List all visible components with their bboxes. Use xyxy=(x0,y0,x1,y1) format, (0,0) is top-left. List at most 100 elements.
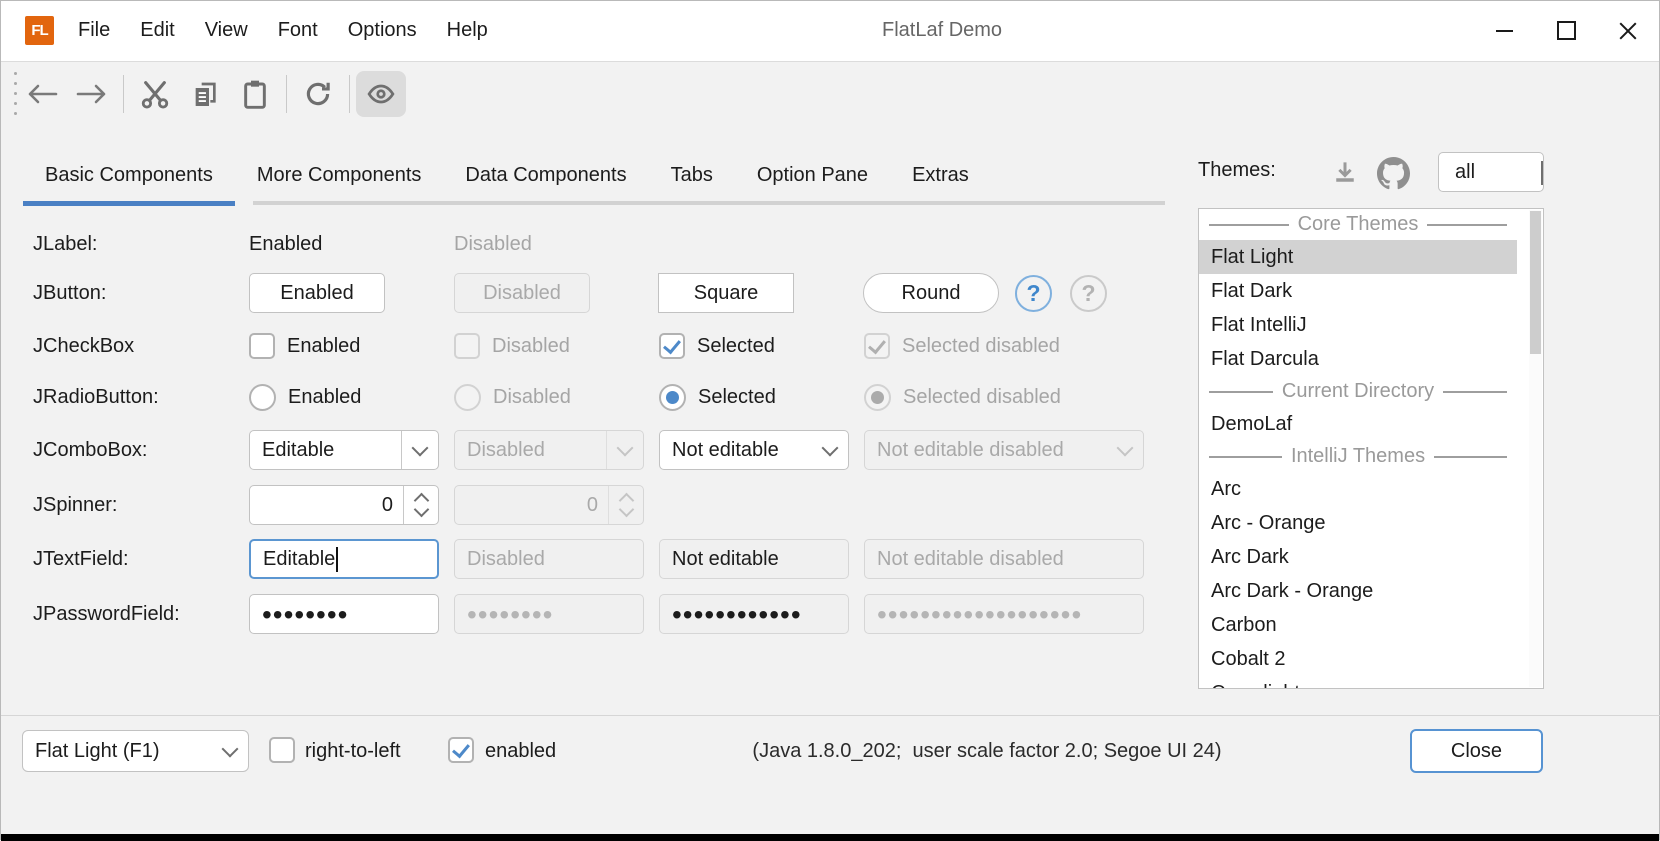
download-icon xyxy=(1330,158,1360,188)
theme-item-arc-dark-orange[interactable]: Arc Dark - Orange xyxy=(1199,574,1517,608)
jcombobox-row-label: JComboBox: xyxy=(33,439,148,462)
chevron-down-icon[interactable] xyxy=(212,731,248,771)
theme-group-separator: IntelliJ Themes xyxy=(1199,441,1517,472)
theme-item-flat-intellij[interactable]: Flat IntelliJ xyxy=(1199,308,1517,342)
theme-item-flat-light[interactable]: Flat Light xyxy=(1199,240,1517,274)
spinner-enabled[interactable]: 0 xyxy=(249,485,439,525)
textfield-not-editable[interactable]: Not editable xyxy=(659,539,849,579)
minimize-button[interactable] xyxy=(1473,1,1535,60)
menu-file[interactable]: File xyxy=(63,19,125,42)
close-button[interactable]: Close xyxy=(1410,729,1543,773)
checkbox-selected[interactable]: Selected xyxy=(659,322,775,370)
tab-extras[interactable]: Extras xyxy=(890,149,991,206)
back-arrow-icon xyxy=(23,81,61,107)
checkbox-icon xyxy=(249,333,275,359)
download-theme-button[interactable] xyxy=(1327,156,1363,190)
theme-item-arc-orange[interactable]: Arc - Orange xyxy=(1199,506,1517,540)
theme-item-arc-dark[interactable]: Arc Dark xyxy=(1199,540,1517,574)
enabled-label[interactable]: enabled xyxy=(485,730,556,772)
round-button[interactable]: Round xyxy=(863,273,999,313)
app-logo: FL xyxy=(25,16,54,45)
theme-item-carbon[interactable]: Carbon xyxy=(1199,608,1517,642)
spinner-value[interactable]: 0 xyxy=(250,494,403,517)
passwordfield-enabled[interactable]: •••••••• xyxy=(249,594,439,634)
jspinner-row: JSpinner: 0 0 xyxy=(1,481,1181,529)
tab-data-components[interactable]: Data Components xyxy=(443,149,648,206)
chevron-down-icon xyxy=(618,502,634,518)
back-button[interactable] xyxy=(17,71,67,117)
checkbox-enabled[interactable]: Enabled xyxy=(249,322,360,370)
close-icon xyxy=(1618,21,1638,41)
jbutton-row: JButton: Enabled Disabled Square Round ?… xyxy=(1,269,1181,317)
eye-icon xyxy=(364,79,398,109)
paste-icon xyxy=(239,78,271,110)
github-link-button[interactable] xyxy=(1375,156,1411,190)
combobox-editable[interactable]: Editable xyxy=(249,430,439,470)
tab-bar: Basic Components More Components Data Co… xyxy=(23,149,991,206)
enabled-checkbox[interactable] xyxy=(448,737,474,763)
tab-basic-components[interactable]: Basic Components xyxy=(23,149,235,206)
close-window-button[interactable] xyxy=(1597,1,1659,60)
tab-more-components[interactable]: More Components xyxy=(235,149,444,206)
textfield-editable[interactable]: Editable xyxy=(249,539,439,579)
tab-baseline xyxy=(253,201,1165,205)
checkmark-icon xyxy=(452,739,470,758)
menu-options[interactable]: Options xyxy=(333,19,432,42)
jtextfield-row-label: JTextField: xyxy=(33,548,129,571)
theme-item-flat-dark[interactable]: Flat Dark xyxy=(1199,274,1517,308)
copy-button[interactable] xyxy=(180,71,230,117)
show-hover-effects-toggle[interactable] xyxy=(356,71,406,117)
maximize-button[interactable] xyxy=(1535,1,1597,60)
themes-scrollbar[interactable] xyxy=(1529,210,1542,687)
statusbar-separator xyxy=(1,715,1660,716)
theme-item-flat-darcula[interactable]: Flat Darcula xyxy=(1199,342,1517,376)
textfield-not-editable-disabled: Not editable disabled xyxy=(864,539,1144,579)
theme-item-arc[interactable]: Arc xyxy=(1199,472,1517,506)
combobox-not-editable[interactable]: Not editable xyxy=(659,430,849,470)
help-button[interactable]: ? xyxy=(1015,275,1052,312)
theme-item-demolaf[interactable]: DemoLaf xyxy=(1199,407,1517,441)
radio-enabled[interactable]: Enabled xyxy=(249,373,361,421)
spinner-disabled: 0 xyxy=(454,485,644,525)
laf-combobox[interactable]: Flat Light (F1) xyxy=(22,730,249,772)
chevron-down-icon[interactable] xyxy=(812,431,848,469)
forward-button[interactable] xyxy=(67,71,117,117)
themes-filter-combobox[interactable]: all xyxy=(1438,152,1544,192)
tab-option-pane[interactable]: Option Pane xyxy=(735,149,890,206)
spinner-arrows xyxy=(608,486,643,524)
theme-item-cyan-light[interactable]: Cyan light xyxy=(1199,676,1517,689)
enabled-button[interactable]: Enabled xyxy=(249,273,385,313)
right-to-left-label[interactable]: right-to-left xyxy=(305,730,401,772)
menu-edit[interactable]: Edit xyxy=(125,19,189,42)
menu-font[interactable]: Font xyxy=(263,19,333,42)
help-button-disabled: ? xyxy=(1070,275,1107,312)
chevron-down-icon[interactable] xyxy=(401,431,438,469)
cut-icon xyxy=(138,77,172,111)
jlabel-row: JLabel: Enabled Disabled xyxy=(1,220,1181,268)
themes-list: Core Themes Flat Light Flat Dark Flat In… xyxy=(1198,208,1544,689)
checkbox-checked-icon xyxy=(864,333,890,359)
paste-button[interactable] xyxy=(230,71,280,117)
menubar: File Edit View Font Options Help xyxy=(63,1,503,60)
right-to-left-checkbox[interactable] xyxy=(269,737,295,763)
scrollbar-thumb[interactable] xyxy=(1530,211,1541,354)
refresh-button[interactable] xyxy=(293,71,343,117)
cut-button[interactable] xyxy=(130,71,180,117)
forward-arrow-icon xyxy=(73,81,111,107)
radio-selected-icon xyxy=(864,384,891,411)
checkbox-disabled: Disabled xyxy=(454,322,570,370)
combobox-not-editable-disabled: Not editable disabled xyxy=(864,430,1144,470)
tab-tabs[interactable]: Tabs xyxy=(649,149,735,206)
spinner-arrows[interactable] xyxy=(403,486,438,524)
radio-selected[interactable]: Selected xyxy=(659,373,776,421)
chevron-down-icon xyxy=(1107,431,1143,469)
theme-item-cobalt-2[interactable]: Cobalt 2 xyxy=(1199,642,1517,676)
menu-view[interactable]: View xyxy=(190,19,263,42)
menu-help[interactable]: Help xyxy=(432,19,503,42)
passwordfield-disabled: •••••••• xyxy=(454,594,644,634)
passwordfield-not-editable-disabled: ••••••••••••••••••• xyxy=(864,594,1144,634)
square-button[interactable]: Square xyxy=(658,273,794,313)
themes-filter-value: all xyxy=(1439,161,1541,184)
checkbox-icon xyxy=(454,333,480,359)
passwordfield-not-editable[interactable]: •••••••••••• xyxy=(659,594,849,634)
